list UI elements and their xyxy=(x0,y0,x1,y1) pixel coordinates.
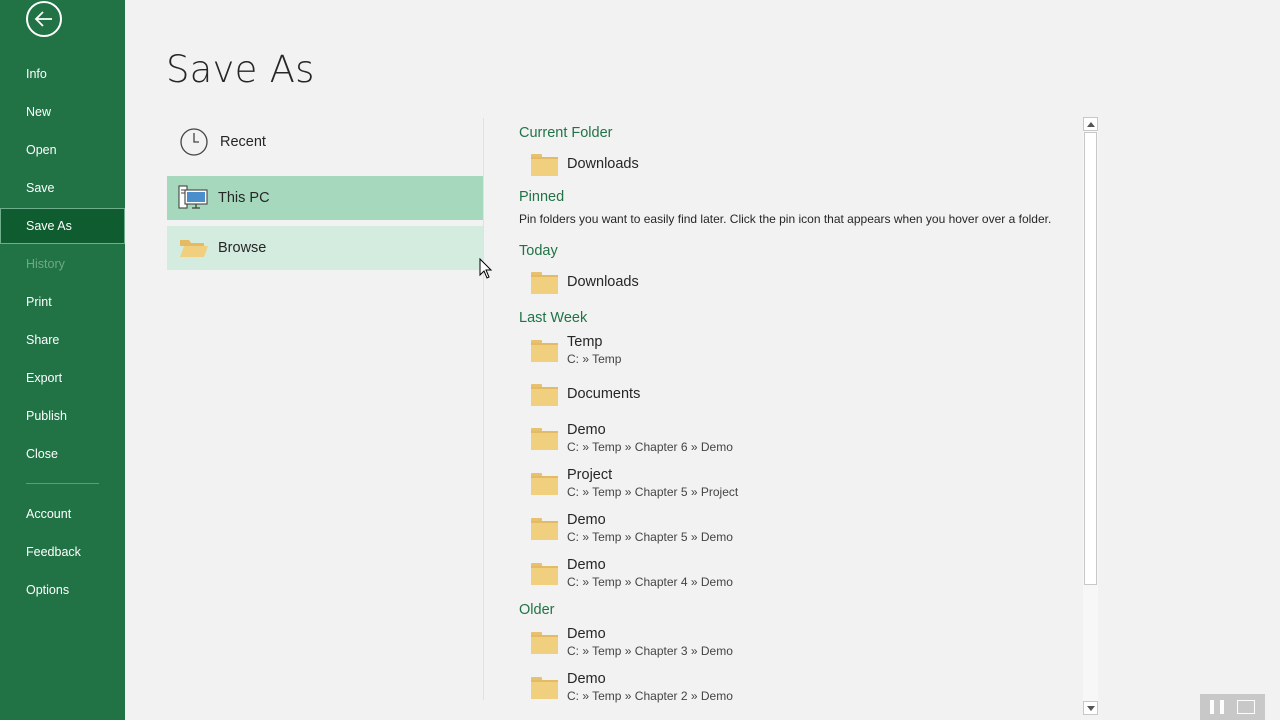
scroll-thumb[interactable] xyxy=(1084,132,1097,585)
nav-save[interactable]: Save xyxy=(0,170,125,206)
nav-account[interactable]: Account xyxy=(0,496,125,532)
location-label: Browse xyxy=(218,240,267,256)
section-heading-older: Older xyxy=(519,602,555,618)
folder-name: Downloads xyxy=(567,156,639,172)
computer-icon xyxy=(172,176,216,220)
caret-up-icon xyxy=(1086,121,1095,127)
section-heading-pinned: Pinned xyxy=(519,189,565,205)
folder-icon xyxy=(528,425,558,451)
page-title: Save As xyxy=(166,48,315,91)
folder-icon xyxy=(528,151,558,177)
nav-open[interactable]: Open xyxy=(0,132,125,168)
section-heading-today: Today xyxy=(519,243,558,259)
folder-path: C: » Temp xyxy=(567,352,622,366)
folder-open-icon xyxy=(172,226,216,270)
mouse-pointer-icon xyxy=(479,258,493,279)
folder-icon xyxy=(528,381,558,407)
folder-name: Documents xyxy=(567,386,641,402)
location-this-pc[interactable]: This PC xyxy=(167,176,483,220)
folder-icon xyxy=(528,337,558,363)
section-heading-last-week: Last Week xyxy=(519,310,588,326)
nav-print[interactable]: Print xyxy=(0,284,125,320)
folder-name: Project xyxy=(567,467,613,483)
folder-item[interactable]: Demo C: » Temp » Chapter 3 » Demo xyxy=(528,622,1068,662)
folder-name: Demo xyxy=(567,557,606,573)
folder-path: C: » Temp » Chapter 6 » Demo xyxy=(567,440,733,454)
nav-separator xyxy=(26,483,99,484)
folder-item[interactable]: Temp C: » Temp xyxy=(528,330,1068,370)
backstage-sidebar: Info New Open Save Save As History Print… xyxy=(0,0,125,720)
folder-icon xyxy=(528,515,558,541)
folder-name: Demo xyxy=(567,422,606,438)
nav-options[interactable]: Options xyxy=(0,572,125,608)
folder-item[interactable]: Downloads xyxy=(528,262,1068,302)
folder-name: Temp xyxy=(567,334,603,350)
folder-item[interactable]: Project C: » Temp » Chapter 5 » Project xyxy=(528,463,1068,503)
clock-icon xyxy=(172,120,216,164)
nav-new[interactable]: New xyxy=(0,94,125,130)
nav-info[interactable]: Info xyxy=(0,56,125,92)
scroll-up-button[interactable] xyxy=(1083,117,1098,131)
folder-icon xyxy=(528,269,558,295)
folder-name: Downloads xyxy=(567,274,639,290)
folder-item[interactable]: Demo C: » Temp » Chapter 2 » Demo xyxy=(528,667,1068,707)
location-recent[interactable]: Recent xyxy=(167,120,483,164)
location-browse[interactable]: Browse xyxy=(167,226,483,270)
pause-icon[interactable] xyxy=(1210,700,1225,714)
scroll-down-button[interactable] xyxy=(1083,701,1098,715)
folder-path: C: » Temp » Chapter 2 » Demo xyxy=(567,689,733,703)
folder-icon xyxy=(528,560,558,586)
nav-history: History xyxy=(26,257,65,271)
pinned-description: Pin folders you want to easily find late… xyxy=(519,212,1052,226)
nav-close[interactable]: Close xyxy=(0,436,125,472)
folder-icon xyxy=(528,674,558,700)
location-label: This PC xyxy=(218,190,270,206)
picture-in-picture-icon[interactable] xyxy=(1236,700,1255,714)
section-heading-current-folder: Current Folder xyxy=(519,125,613,141)
folder-name: Demo xyxy=(567,512,606,528)
nav-share[interactable]: Share xyxy=(0,322,125,358)
folder-name: Demo xyxy=(567,626,606,642)
video-controls[interactable] xyxy=(1200,694,1265,720)
folder-list-scrollbar[interactable] xyxy=(1083,117,1098,715)
folder-path: C: » Temp » Chapter 4 » Demo xyxy=(567,575,733,589)
folder-path: C: » Temp » Chapter 3 » Demo xyxy=(567,644,733,658)
nav-export[interactable]: Export xyxy=(0,360,125,396)
folder-item[interactable]: Demo C: » Temp » Chapter 4 » Demo xyxy=(528,553,1068,593)
location-label: Recent xyxy=(220,134,266,150)
panel-divider xyxy=(483,118,484,700)
nav-save-as[interactable]: Save As xyxy=(0,208,125,244)
folder-item[interactable]: Demo C: » Temp » Chapter 5 » Demo xyxy=(528,508,1068,548)
back-button[interactable] xyxy=(26,1,62,37)
folder-path: C: » Temp » Chapter 5 » Project xyxy=(567,485,739,499)
nav-publish[interactable]: Publish xyxy=(0,398,125,434)
folder-name: Demo xyxy=(567,671,606,687)
arrow-left-icon xyxy=(34,11,52,27)
caret-down-icon xyxy=(1086,705,1095,711)
folder-item[interactable]: Demo C: » Temp » Chapter 6 » Demo xyxy=(528,418,1068,458)
folder-item[interactable]: Downloads xyxy=(528,144,1068,184)
folder-icon xyxy=(528,470,558,496)
folder-icon xyxy=(528,629,558,655)
folder-path: C: » Temp » Chapter 5 » Demo xyxy=(567,530,733,544)
nav-feedback[interactable]: Feedback xyxy=(0,534,125,570)
folder-item[interactable]: Documents xyxy=(528,374,1068,414)
